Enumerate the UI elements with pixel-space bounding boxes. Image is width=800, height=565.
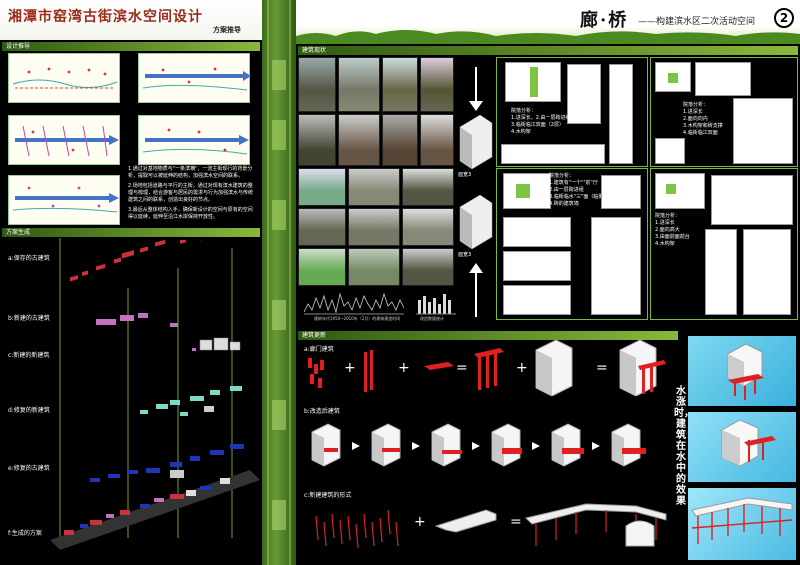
street-photo-12 (298, 208, 346, 246)
section-drawing-4b (743, 229, 791, 315)
street-elevation-1 (501, 144, 605, 164)
street-photo-17 (402, 248, 454, 286)
section-building-status: 建筑现状 (298, 46, 798, 55)
elevation-3c (503, 285, 571, 315)
derivation-diagram-5 (8, 175, 120, 225)
derivation-notes: 1.通过对基地物质与"一条滨横"，一流主街现行的背景分析，提取可以被延伸的结构，… (128, 166, 256, 221)
street-photo-16 (348, 248, 400, 286)
age-chart: 建筑年代1950~2010年（2月）的建筑建造时间 (303, 290, 405, 322)
street-photo-9 (298, 168, 346, 206)
right-title: 廊·桥 (580, 10, 629, 31)
site-plan-3 (503, 173, 551, 209)
street-photo-13 (348, 208, 400, 246)
street-photo-14 (402, 208, 454, 246)
op-equals-1: = (456, 360, 468, 376)
left-subtitle: 方案推导 (213, 26, 241, 34)
layer-label-b: b:新建的古建筑 (8, 315, 50, 322)
cross-label-bottom: 面宽3 (458, 252, 472, 258)
update-row-b (306, 418, 676, 468)
elevation-4 (711, 175, 793, 225)
street-photo-11 (402, 168, 454, 206)
analysis-box-1: 院落分析： 1.进深长，2.由一层跨进组 3.临街临江双面（2层） 4.木构架 (496, 57, 648, 167)
op-plus-2: + (398, 360, 410, 376)
derivation-note-3: 3.最后从整体结构入手，确保新设计的空间与原有的空间得以延续，延伸至沿江水岸保持… (128, 207, 253, 220)
street-photo-4 (420, 57, 454, 112)
street-photo-5 (298, 114, 336, 166)
analysis-box-2: 院落分析： 1.进深长 2.面向向内 3.木构架和砖支撑 4.临街临江双面 (650, 57, 798, 167)
center-divider (262, 0, 296, 565)
street-photo-7 (382, 114, 418, 166)
layer-a-graphic (60, 230, 250, 300)
site-plan-2 (655, 62, 691, 92)
layer-d-graphic (120, 380, 250, 430)
age-chart-label: 建筑年代1950~2010年（2月）的建筑建造时间 (314, 316, 401, 321)
site-plan-1 (505, 62, 561, 102)
street-photo-6 (338, 114, 380, 166)
count-chart: 改造数量统计 (416, 290, 456, 322)
layer-f-graphic (50, 470, 260, 550)
photo-grid (298, 57, 454, 287)
elevation-1 (567, 64, 601, 124)
op-plus-3: + (516, 360, 528, 376)
water-render-3 (688, 488, 796, 560)
water-render-2 (688, 412, 796, 482)
analysis-4-text: 院落分析： 1.进深长 2.面向高大 3.由面前面前台 4.木构架 (655, 213, 690, 247)
street-photo-10 (348, 168, 400, 206)
plan-2 (655, 138, 685, 164)
layer-label-e: e:修复的古建筑 (8, 465, 50, 472)
right-subtitle: ——构建滨水区二次活动空间 (638, 17, 756, 27)
derivation-diagram-2 (138, 53, 251, 103)
street-photo-3 (382, 57, 418, 112)
street-photo-8 (420, 114, 454, 166)
analysis-3-text: 院落分析： 1.建筑有"一个""前"厅 2.由一层跨进组 3.临街临水"三"面（… (549, 173, 609, 207)
street-photo-2 (338, 57, 380, 112)
layer-b-graphic (90, 305, 210, 335)
plan-3 (601, 175, 641, 209)
cross-label-top: 面宽3 (458, 172, 472, 178)
water-effect-caption: 水涨时，建筑在水中的效果 (674, 386, 694, 507)
derivation-note-2: 2.场地包括道路与平行的主街，通过对现有滨水建筑的整理与梳理，结合游客与居民的需… (128, 183, 254, 203)
street-photo-15 (298, 248, 346, 286)
layer-label-d: d:修复的新建筑 (8, 407, 50, 414)
left-title: 湘潭市窑湾古街滨水空间设计 (8, 9, 203, 25)
section-scheme-generation: 方案生成 (2, 228, 260, 237)
analysis-2-text: 院落分析： 1.进深长 2.面向向内 3.木构架和砖支撑 4.临街临江双面 (683, 102, 723, 136)
layer-label-a: a:保存的古建筑 (8, 255, 50, 262)
section-drawing-4a (705, 229, 737, 315)
op-plus-1: + (344, 360, 356, 376)
analysis-box-4: 院落分析： 1.进深长 2.面向高大 3.由面前面前台 4.木构架 (650, 168, 798, 320)
sheet-number: 2 (774, 8, 794, 28)
derivation-note-1: 1.通过对基地物质与"一条滨横"，一流主街现行的背景分析，提取可以被延伸的结构，… (128, 166, 253, 179)
section-drawing-1 (609, 64, 633, 164)
update-row-c: + = (306, 496, 676, 560)
elevation-2 (695, 62, 751, 96)
derivation-diagram-1 (8, 53, 120, 103)
derivation-diagram-4 (138, 115, 250, 165)
count-chart-label: 改造数量统计 (420, 316, 444, 321)
street-photo-1 (298, 57, 336, 112)
analysis-box-3: 院落分析： 1.建筑有"一个""前"厅 2.由一层跨进组 3.临街临水"三"面（… (496, 168, 648, 320)
design-board: { "left":{ "title":"湘潭市窑湾古街滨水空间设计", "sub… (0, 0, 800, 565)
right-panel: 廊·桥 ——构建滨水区二次活动空间 2 建筑现状 建筑年代1950~2010年（… (296, 0, 800, 565)
section-column: 面宽3 面宽3 (456, 57, 496, 327)
water-render-1 (688, 336, 796, 406)
elevation-3b (503, 251, 571, 281)
svg-text:=: = (510, 514, 522, 530)
update-row-a: + + = + = (304, 336, 674, 397)
svg-text:+: + (414, 514, 426, 530)
section-design-derivation: 设计推导 (2, 42, 260, 51)
floor-plan-3 (591, 217, 641, 315)
section-drawing-2 (733, 98, 793, 164)
op-equals-2: = (596, 360, 608, 376)
site-plan-4 (655, 173, 705, 209)
left-panel: 湘潭市窑湾古街滨水空间设计 方案推导 设计推导 1.通过对基地物质与"一条滨横"… (0, 0, 262, 565)
layer-label-f: f:生成的方案 (8, 530, 42, 537)
analysis-1-text: 院落分析： 1.进深长，2.由一层跨进组 3.临街临江双面（2层） 4.木构架 (511, 108, 571, 135)
derivation-diagram-3 (8, 115, 120, 165)
layer-label-c: c:新建的新建筑 (8, 352, 50, 359)
update-label-b: b:改造后建筑 (304, 408, 340, 415)
elevation-3a (503, 217, 571, 247)
layer-c-graphic (190, 334, 250, 360)
